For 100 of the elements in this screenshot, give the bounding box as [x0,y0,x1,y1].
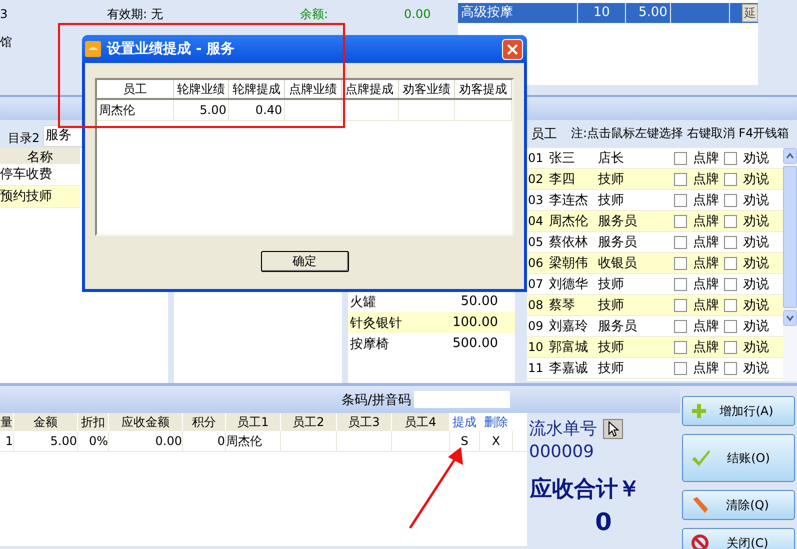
checkbox-label: 点牌 [693,297,719,314]
extend-button[interactable]: 延 [742,4,758,22]
balance-label: 余额: [300,6,330,22]
column-header: 员工2 [281,413,337,431]
checkbox-label: 劝说 [743,213,769,230]
staff-name[interactable]: 郭富城 [549,338,598,356]
action-button[interactable]: 清除(Q) [682,490,795,520]
dialog-title: 设置业绩提成 - 服务 [107,40,235,58]
staff-role: 服务员 [598,318,638,335]
table-cell: 5.00 [14,431,78,451]
checkbox-label: 点牌 [693,339,719,356]
price-cell-text: 500.00 [452,336,498,351]
checkbox-label: 劝说 [743,150,769,167]
staff-name[interactable]: 张三 [549,149,598,167]
column-header: 应收金额 [109,413,183,431]
table-cell: 高级按摩 [458,3,578,23]
staff-name[interactable]: 李四 [549,170,598,188]
column-header: 点牌业绩 [285,80,342,98]
table-cell: 5.00 [174,100,230,120]
ok-button[interactable]: 确定 [260,251,348,272]
staff-number: 02 [527,172,544,186]
item-row[interactable]: 预约技师 [0,186,80,208]
validity-text: 有效期: 无 [107,6,164,22]
shop-name: 馆 [0,34,12,50]
staff-number: 03 [527,193,544,207]
item-name-cell-text: 按摩椅 [349,336,390,352]
column-header: 劝客提成 [455,80,512,98]
column-header: 量 [0,413,14,431]
column-header: 名称 [0,148,80,164]
checkbox-label: 点牌 [693,150,719,167]
balance-value: 0.00 [404,7,432,21]
staff-name[interactable]: 蔡依林 [549,233,598,251]
staff-role: 技师 [598,339,625,356]
action-cell[interactable]: X [480,431,513,451]
checkbox-label: 劝说 [743,171,769,188]
item-name-cell-text: 针灸银针 [349,314,403,332]
column-header: 轮牌提成 [229,80,286,98]
column-header: 员工4 [392,413,450,431]
checkbox-label: 点牌 [693,318,719,335]
staff-role: 收银员 [598,255,638,272]
action-button[interactable]: 关闭(C) [682,528,795,549]
staff-name[interactable]: 李连杰 [549,191,598,209]
serial-number: 000009 [528,442,595,462]
checkbox-label: 点牌 [693,213,719,230]
action-button[interactable]: 结账(O) [682,434,795,482]
checkbox-label: 劝说 [743,360,769,377]
table-cell: 0 [183,431,226,451]
checkbox-label: 劝说 [743,276,769,293]
staff-role: 技师 [598,171,625,188]
table-cell: 周杰伦 [97,100,174,120]
checkbox-label: 点牌 [693,234,719,251]
checkbox-label: 点牌 [693,192,719,209]
checkbox-label: 劝说 [743,339,769,356]
staff-number: 08 [527,298,544,312]
table-cell: 1 [0,431,14,451]
staff-name[interactable]: 刘德华 [549,275,598,293]
staff-name[interactable]: 刘嘉玲 [549,317,598,335]
staff-number: 04 [527,214,544,228]
checkbox-label: 劝说 [743,318,769,335]
checkbox-label: 点牌 [693,360,719,377]
table-cell: 周杰伦 [226,431,281,451]
table-cell: 0.40 [229,100,286,120]
staff-title: 员工 [531,126,557,142]
checkbox-label: 点牌 [693,255,719,272]
price-cell-text: 50.00 [460,294,498,309]
staff-name[interactable]: 周杰伦 [549,212,598,230]
staff-name[interactable]: 蔡琴 [549,296,598,314]
column-header: 金额 [14,413,78,431]
staff-role: 店长 [598,150,625,167]
staff-name[interactable]: 梁朝伟 [549,254,598,272]
price-cell-text: 100.00 [452,315,498,330]
table-cell: 10 [578,3,626,23]
column-header: 轮牌业绩 [174,80,230,98]
column-header: 折扣 [78,413,109,431]
checkbox-label: 劝说 [743,255,769,272]
category-label: 目录2 [8,130,40,147]
staff-role: 技师 [598,276,625,293]
staff-name[interactable]: 李嘉诚 [549,359,598,377]
total-label: 应收合计￥ [528,476,641,504]
staff-role: 技师 [598,192,625,209]
column-header: 点牌提成 [342,80,399,98]
table-cell: 0% [78,431,109,451]
column-header: 员工3 [337,413,392,431]
column-header: 员工1 [226,413,281,431]
staff-number: 05 [527,235,544,249]
staff-number: 07 [527,277,544,291]
staff-number: 11 [527,361,544,375]
card-number: 3 [0,7,9,21]
staff-role: 技师 [598,360,625,377]
staff-number: 06 [527,256,544,270]
staff-number: 09 [527,319,544,333]
staff-note: 注:点击鼠标左键选择 右键取消 F4开钱箱 [571,125,790,142]
selected-item-row[interactable]: 高级按摩 10 5.00 延 [458,3,758,23]
staff-role: 服务员 [598,213,638,230]
action-button[interactable]: 增加行(A) [682,396,795,426]
staff-number: 01 [527,151,544,165]
checkbox-label: 劝说 [743,192,769,209]
checkbox-label: 劝说 [743,234,769,251]
barcode-label: 条码/拼音码 [342,392,411,408]
checkbox-label: 点牌 [693,276,719,293]
